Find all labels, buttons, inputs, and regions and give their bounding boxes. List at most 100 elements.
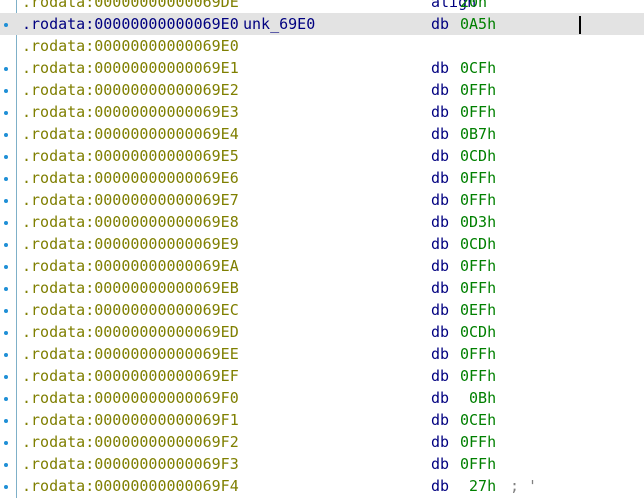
row-address[interactable]: .rodata:00000000000069EA	[22, 255, 239, 277]
row-operand[interactable]: 0FFh	[460, 431, 496, 453]
row-mnemonic[interactable]: db	[431, 409, 449, 431]
listing-row[interactable]: .rodata:00000000000069F0 db 0Bh	[0, 387, 644, 409]
listing-row[interactable]: .rodata:00000000000069E4 db 0B7h	[0, 123, 644, 145]
row-address[interactable]: .rodata:00000000000069E9	[22, 233, 239, 255]
disassembly-view[interactable]: .rodata:00000000000069DE align 20h .roda…	[0, 0, 644, 498]
row-marker-dot-icon	[4, 463, 8, 467]
row-mnemonic[interactable]: db	[431, 321, 449, 343]
row-marker-dot-icon	[4, 441, 8, 445]
row-operand[interactable]: 0D3h	[460, 211, 496, 233]
listing-row[interactable]: .rodata:00000000000069E7 db 0FFh	[0, 189, 644, 211]
row-address[interactable]: .rodata:00000000000069EC	[22, 299, 239, 321]
listing-row[interactable]: .rodata:00000000000069E9 db 0CDh	[0, 233, 644, 255]
row-address[interactable]: .rodata:00000000000069F2	[22, 431, 239, 453]
row-operand[interactable]: 0CEh	[460, 409, 496, 431]
row-operand[interactable]: 0CDh	[460, 145, 496, 167]
row-operand[interactable]: 0EFh	[460, 299, 496, 321]
row-mnemonic[interactable]: db	[431, 255, 449, 277]
row-operand[interactable]: 0FFh	[460, 101, 496, 123]
row-address[interactable]: .rodata:00000000000069E7	[22, 189, 239, 211]
row-mnemonic[interactable]: db	[431, 211, 449, 233]
row-mnemonic[interactable]: db	[431, 277, 449, 299]
row-operand[interactable]: 0FFh	[460, 453, 496, 475]
listing-row[interactable]: .rodata:00000000000069EA db 0FFh	[0, 255, 644, 277]
row-address[interactable]: .rodata:00000000000069E5	[22, 145, 239, 167]
row-operand[interactable]: 0A5h	[460, 13, 496, 35]
row-operand[interactable]: 0B7h	[460, 123, 496, 145]
row-label[interactable]: unk_69E0	[243, 13, 315, 35]
row-operand[interactable]: 20h	[460, 0, 487, 13]
listing-row[interactable]: .rodata:00000000000069F1 db 0CEh	[0, 409, 644, 431]
row-address[interactable]: .rodata:00000000000069E8	[22, 211, 239, 233]
row-operand[interactable]: 0CDh	[460, 233, 496, 255]
listing-row[interactable]: .rodata:00000000000069E2 db 0FFh	[0, 79, 644, 101]
row-mnemonic[interactable]: db	[431, 233, 449, 255]
row-mnemonic[interactable]: db	[431, 431, 449, 453]
listing-row[interactable]: .rodata:00000000000069E1 db 0CFh	[0, 57, 644, 79]
listing-row[interactable]: .rodata:00000000000069DE align 20h	[0, 0, 644, 13]
row-mnemonic[interactable]: db	[431, 387, 449, 409]
listing-row[interactable]: .rodata:00000000000069E0 unk_69E0 db 0A5…	[0, 13, 644, 35]
listing-row[interactable]: .rodata:00000000000069F4 db 27h ; '	[0, 475, 644, 497]
listing-row[interactable]: .rodata:00000000000069EC db 0EFh	[0, 299, 644, 321]
row-address[interactable]: .rodata:00000000000069EB	[22, 277, 239, 299]
row-operand[interactable]: 0FFh	[460, 189, 496, 211]
row-operand[interactable]: 27h	[460, 475, 496, 497]
row-address[interactable]: .rodata:00000000000069E0	[22, 13, 239, 35]
row-address[interactable]: .rodata:00000000000069F1	[22, 409, 239, 431]
row-operand[interactable]: 0CDh	[460, 321, 496, 343]
row-marker-dot-icon	[4, 243, 8, 247]
row-mnemonic[interactable]: db	[431, 299, 449, 321]
row-address[interactable]: .rodata:00000000000069E6	[22, 167, 239, 189]
listing-row[interactable]: .rodata:00000000000069E6 db 0FFh	[0, 167, 644, 189]
listing-row[interactable]: .rodata:00000000000069E5 db 0CDh	[0, 145, 644, 167]
row-operand[interactable]: 0FFh	[460, 79, 496, 101]
row-address[interactable]: .rodata:00000000000069E0	[22, 35, 239, 57]
row-mnemonic[interactable]: db	[431, 13, 449, 35]
row-mnemonic[interactable]: db	[431, 79, 449, 101]
row-address[interactable]: .rodata:00000000000069F3	[22, 453, 239, 475]
row-mnemonic[interactable]: db	[431, 101, 449, 123]
listing-row[interactable]: .rodata:00000000000069ED db 0CDh	[0, 321, 644, 343]
row-mnemonic[interactable]: db	[431, 365, 449, 387]
row-operand[interactable]: 0Bh	[460, 387, 496, 409]
row-address[interactable]: .rodata:00000000000069E1	[22, 57, 239, 79]
row-operand[interactable]: 0FFh	[460, 167, 496, 189]
listing-row[interactable]: .rodata:00000000000069F2 db 0FFh	[0, 431, 644, 453]
listing-row[interactable]: .rodata:00000000000069EF db 0FFh	[0, 365, 644, 387]
row-marker-dot-icon	[4, 67, 8, 71]
row-address[interactable]: .rodata:00000000000069ED	[22, 321, 239, 343]
row-address[interactable]: .rodata:00000000000069DE	[22, 0, 239, 13]
listing-row[interactable]: .rodata:00000000000069EE db 0FFh	[0, 343, 644, 365]
row-address[interactable]: .rodata:00000000000069EE	[22, 343, 239, 365]
row-marker-dot-icon	[4, 287, 8, 291]
row-operand[interactable]: 0FFh	[460, 365, 496, 387]
row-mnemonic[interactable]: db	[431, 123, 449, 145]
row-mnemonic[interactable]: db	[431, 189, 449, 211]
row-address[interactable]: .rodata:00000000000069E4	[22, 123, 239, 145]
row-operand[interactable]: 0FFh	[460, 277, 496, 299]
listing-row[interactable]: .rodata:00000000000069EB db 0FFh	[0, 277, 644, 299]
row-mnemonic[interactable]: db	[431, 145, 449, 167]
row-mnemonic[interactable]: db	[431, 453, 449, 475]
row-comment: ; '	[510, 477, 538, 495]
row-address[interactable]: .rodata:00000000000069E3	[22, 101, 239, 123]
listing-row[interactable]: .rodata:00000000000069E8 db 0D3h	[0, 211, 644, 233]
row-address[interactable]: .rodata:00000000000069F0	[22, 387, 239, 409]
row-operand[interactable]: 0CFh	[460, 57, 496, 79]
row-mnemonic[interactable]: db	[431, 57, 449, 79]
row-marker-dot-icon	[4, 111, 8, 115]
row-address[interactable]: .rodata:00000000000069EF	[22, 365, 239, 387]
listing-row[interactable]: .rodata:00000000000069F3 db 0FFh	[0, 453, 644, 475]
row-address[interactable]: .rodata:00000000000069E2	[22, 79, 239, 101]
row-address[interactable]: .rodata:00000000000069F4	[22, 475, 239, 497]
row-marker-dot-icon	[4, 199, 8, 203]
row-operand[interactable]: 0FFh	[460, 343, 496, 365]
row-mnemonic[interactable]: db	[431, 475, 449, 497]
row-operand[interactable]: 0FFh	[460, 255, 496, 277]
row-mnemonic[interactable]: db	[431, 343, 449, 365]
listing-row[interactable]: .rodata:00000000000069E3 db 0FFh	[0, 101, 644, 123]
listing-row[interactable]: .rodata:00000000000069E0	[0, 35, 644, 57]
listing-rows: .rodata:00000000000069DE align 20h .roda…	[0, 0, 644, 497]
row-mnemonic[interactable]: db	[431, 167, 449, 189]
